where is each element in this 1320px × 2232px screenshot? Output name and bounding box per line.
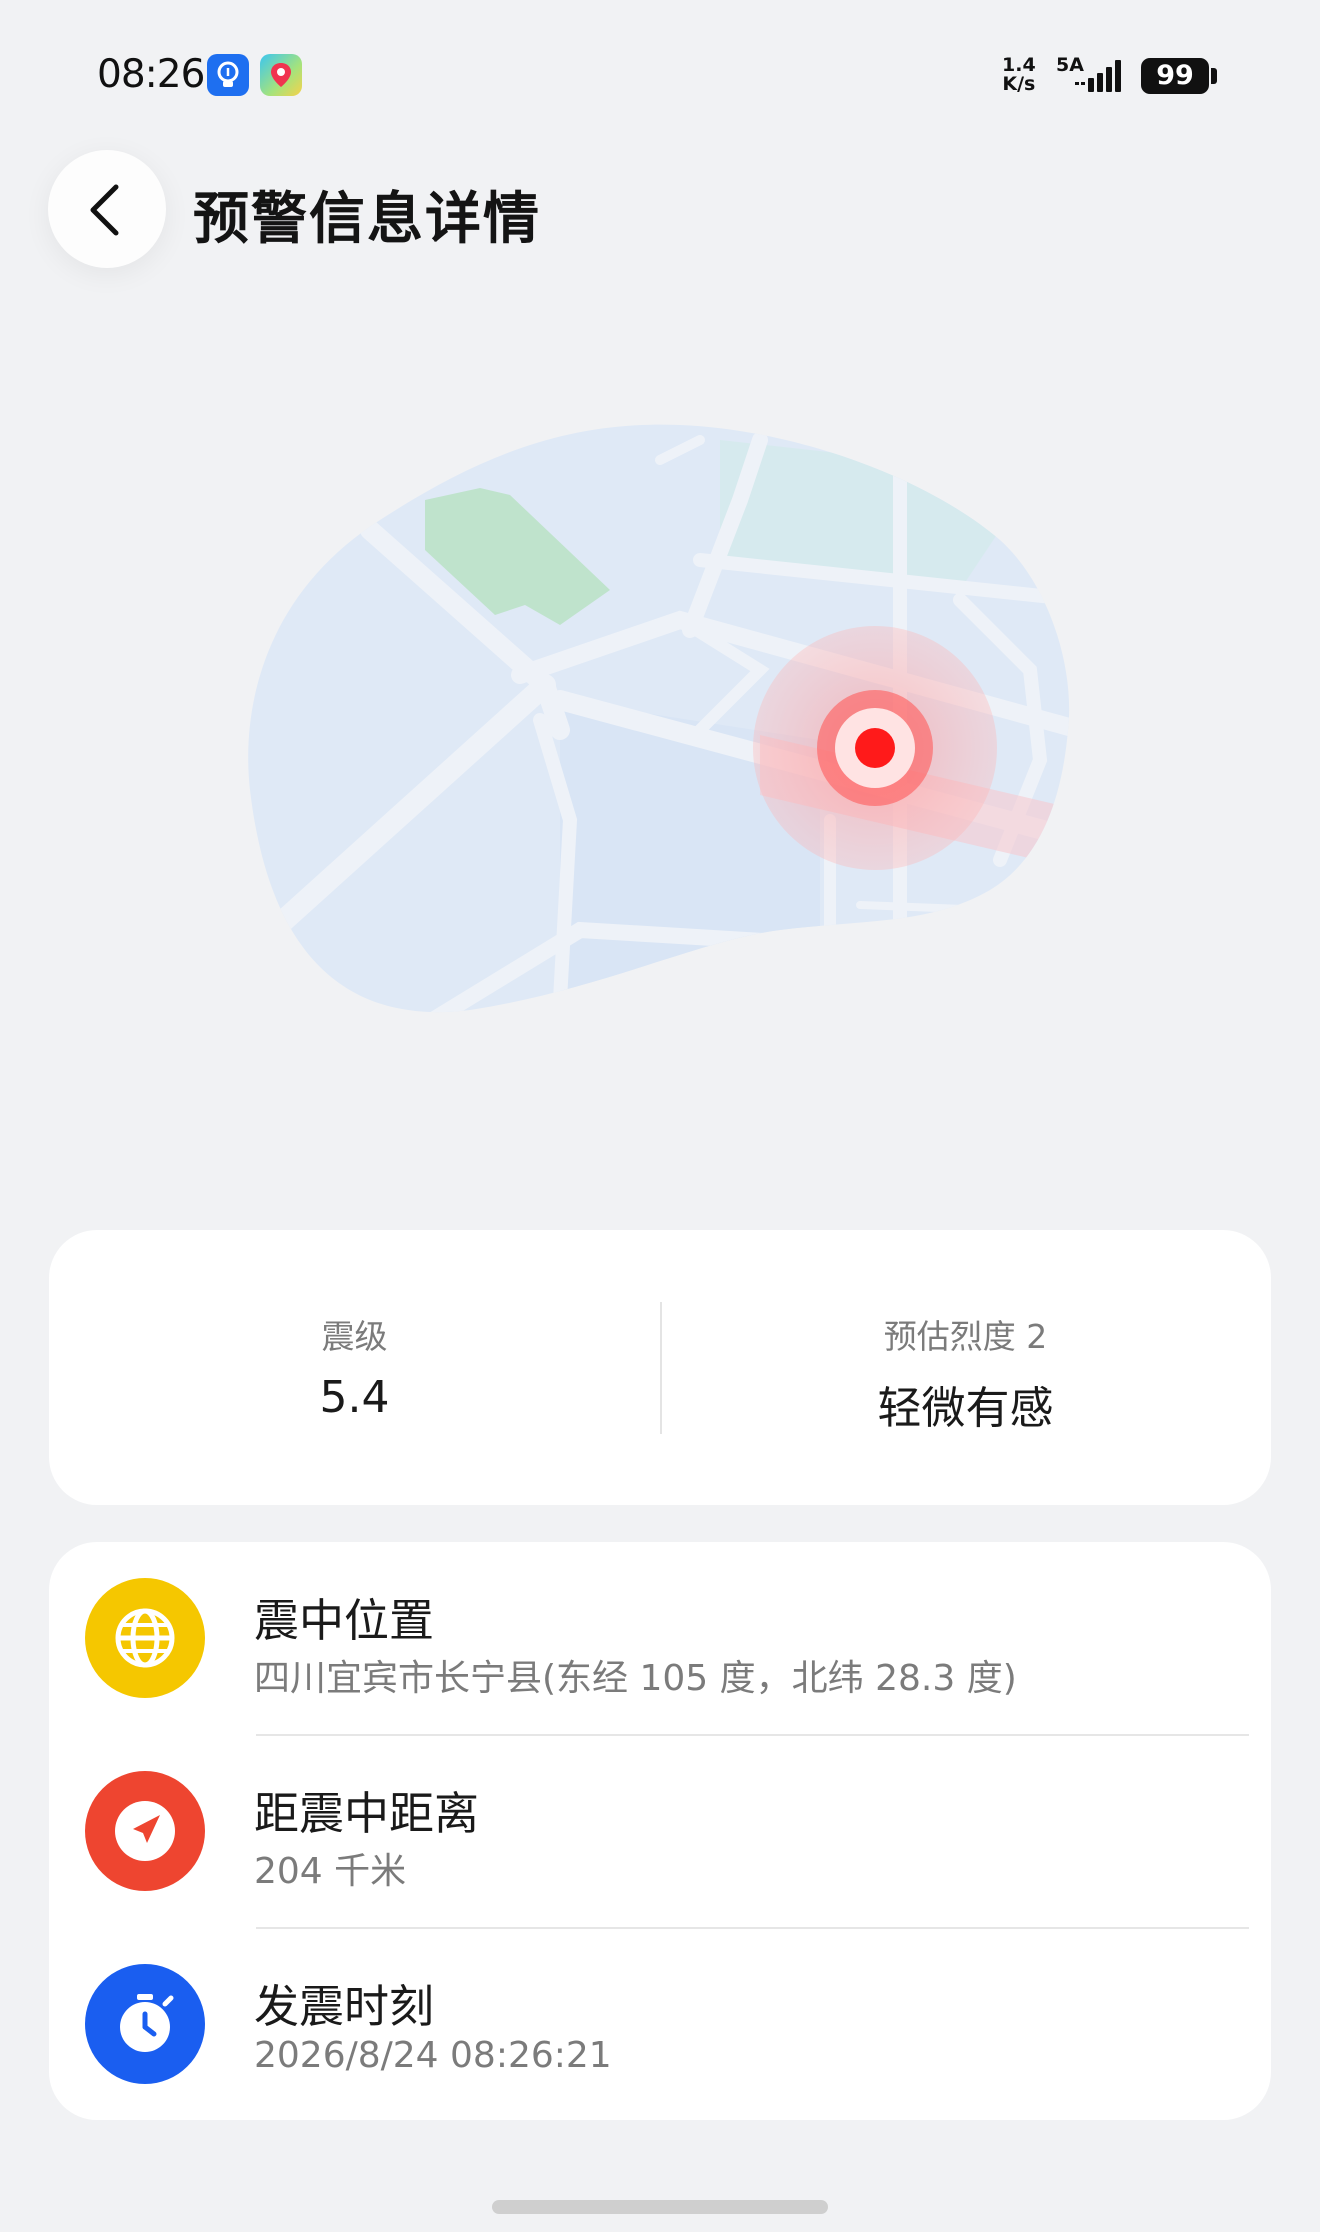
epicenter-dot (855, 728, 895, 768)
earthquake-info-card: 震中位置 四川宜宾市长宁县(东经 105 度，北纬 28.3 度) 距震中距离 … (49, 1542, 1271, 2120)
epicenter-map (0, 400, 1320, 1050)
magnitude-stat: 震级 5.4 (49, 1230, 660, 1505)
status-bar: 08:26 1.4 K/s 5A 99 (0, 0, 1320, 150)
network-speed: 1.4 K/s (1002, 56, 1036, 94)
globe-icon (85, 1578, 205, 1698)
back-button[interactable] (48, 150, 166, 268)
navigation-arrow-icon (85, 1771, 205, 1891)
epicenter-location-row: 震中位置 四川宜宾市长宁县(东经 105 度，北纬 28.3 度) (49, 1542, 1271, 1735)
bulb-app-icon (207, 54, 249, 96)
epicenter-location-title: 震中位置 (254, 1594, 435, 1647)
quake-time-row: 发震时刻 2026/8/24 08:26:21 (49, 1928, 1271, 2121)
chevron-left-icon (90, 184, 119, 236)
intensity-value: 轻微有感 (877, 1383, 1054, 1434)
stopwatch-icon (85, 1964, 205, 2084)
status-time: 08:26 (97, 52, 205, 97)
intensity-stat: 预估烈度 2 轻微有感 (660, 1230, 1271, 1505)
quake-time-title: 发震时刻 (254, 1980, 435, 2033)
epicenter-distance-row: 距震中距离 204 千米 (49, 1735, 1271, 1928)
battery-tip (1211, 68, 1217, 84)
quake-time-value: 2026/8/24 08:26:21 (254, 2035, 612, 2076)
home-indicator[interactable] (492, 2200, 828, 2214)
intensity-label: 预估烈度 2 (883, 1317, 1048, 1356)
page-title: 预警信息详情 (193, 187, 541, 252)
magnitude-label: 震级 (321, 1317, 388, 1356)
location-app-icon (260, 54, 302, 96)
epicenter-distance-value: 204 千米 (254, 1851, 407, 1892)
magnitude-value: 5.4 (319, 1372, 390, 1423)
magnitude-card: 震级 5.4 预估烈度 2 轻微有感 (49, 1230, 1271, 1505)
epicenter-location-value: 四川宜宾市长宁县(东经 105 度，北纬 28.3 度) (254, 1658, 1017, 1699)
network-speed-unit: K/s (1002, 73, 1036, 95)
signal-icon (1075, 60, 1121, 92)
epicenter-distance-title: 距震中距离 (254, 1787, 480, 1840)
battery-icon: 99 (1141, 58, 1209, 94)
